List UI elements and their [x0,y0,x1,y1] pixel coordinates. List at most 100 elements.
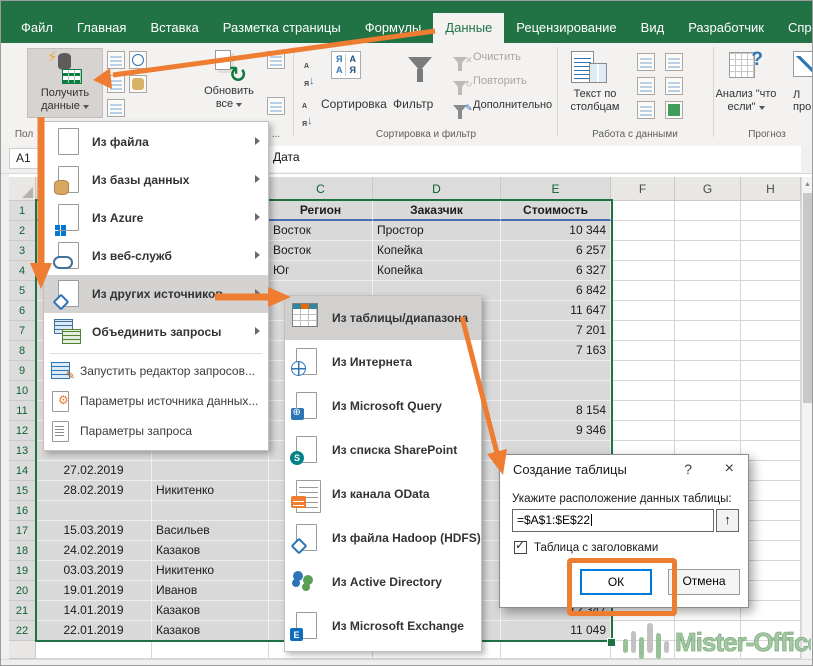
forecast-sheet-icon[interactable] [793,51,813,77]
cell-G7[interactable] [675,321,741,341]
row-header-10[interactable]: 10 [9,381,36,401]
column-header-D[interactable]: D [373,177,501,201]
cell-G5[interactable] [675,281,741,301]
ok-button[interactable]: ОК [580,569,652,595]
cell-E8[interactable]: 7 163 [501,341,611,361]
from-table-range-mini-icon[interactable] [107,99,125,117]
menu-item-data-source-settings[interactable]: Параметры источника данных... [44,386,268,416]
row-header-1[interactable]: 1 [9,201,36,221]
column-header-F[interactable]: F [611,177,675,201]
cell-A18[interactable]: 24.02.2019 [36,541,152,561]
row-header-20[interactable]: 20 [9,581,36,601]
cell-A21[interactable]: 14.01.2019 [36,601,152,621]
tab-view[interactable]: Вид [629,13,677,43]
cell-H8[interactable] [741,341,801,361]
cell-H4[interactable] [741,261,801,281]
cell-F4[interactable] [611,261,675,281]
menu-item-from-azure[interactable]: Из Azure [44,199,268,237]
tab-page-layout[interactable]: Разметка страницы [211,13,353,43]
cell-B20[interactable]: Иванов [152,581,269,601]
cell-E5[interactable]: 6 842 [501,281,611,301]
cell-G8[interactable] [675,341,741,361]
cell-E11[interactable]: 8 154 [501,401,611,421]
checkbox-checked-icon[interactable] [514,541,527,554]
column-header-H[interactable]: H [741,177,801,201]
cell-F6[interactable] [611,301,675,321]
cell-F23[interactable] [611,641,675,659]
cell-F11[interactable] [611,401,675,421]
tab-review[interactable]: Рецензирование [504,13,628,43]
cell-E4[interactable]: 6 327 [501,261,611,281]
data-validation-icon[interactable] [637,101,655,119]
dialog-close-icon[interactable]: × [725,460,734,478]
cell-D3[interactable]: Копейка [373,241,501,261]
row-header-22[interactable]: 22 [9,621,36,641]
fill-handle[interactable] [607,638,616,647]
cell-F8[interactable] [611,341,675,361]
row-header-9[interactable]: 9 [9,361,36,381]
row-header-4[interactable]: 4 [9,261,36,281]
recent-sources-icon[interactable] [129,51,147,69]
cell-H20[interactable] [741,581,801,601]
cell-B23[interactable] [152,641,269,659]
row-header-15[interactable]: 15 [9,481,36,501]
tab-data[interactable]: Данные [433,13,504,43]
cell-A19[interactable]: 03.03.2019 [36,561,152,581]
cell-D2[interactable]: Простор [373,221,501,241]
workbook-links-icon[interactable] [267,97,285,115]
filter-icon[interactable] [408,57,432,71]
cell-H6[interactable] [741,301,801,321]
cell-G22[interactable] [675,621,741,641]
select-all-corner[interactable] [9,177,36,201]
cell-E1[interactable]: Стоимость [501,201,611,221]
cell-H5[interactable] [741,281,801,301]
cell-A23[interactable] [36,641,152,659]
cell-E2[interactable]: 10 344 [501,221,611,241]
cell-H12[interactable] [741,421,801,441]
filter-button[interactable]: Фильтр [393,97,433,111]
cell-B21[interactable]: Казаков [152,601,269,621]
menu-item-from-file[interactable]: Из файла [44,123,268,161]
forecast-sheet-button[interactable]: Лпро [793,89,811,113]
connection-properties-icon[interactable] [267,51,285,69]
column-header-C[interactable]: C [269,177,373,201]
cell-F22[interactable] [611,621,675,641]
row-header-17[interactable]: 17 [9,521,36,541]
cell-H7[interactable] [741,321,801,341]
tab-file[interactable]: Файл [9,13,65,43]
sort-descending-icon[interactable] [302,95,313,131]
cancel-button[interactable]: Отмена [668,569,740,595]
cell-H9[interactable] [741,361,801,381]
cell-A14[interactable]: 27.02.2019 [36,461,152,481]
cell-H14[interactable] [741,461,801,481]
advanced-filter-icon[interactable]: ✎ [453,105,467,113]
cell-H21[interactable] [741,601,801,621]
cell-E9[interactable] [501,361,611,381]
cell-A22[interactable]: 22.01.2019 [36,621,152,641]
row-header-3[interactable]: 3 [9,241,36,261]
cell-D4[interactable]: Копейка [373,261,501,281]
cell-H1[interactable] [741,201,801,221]
cell-E10[interactable] [501,381,611,401]
cell-C3[interactable]: Восток [269,241,373,261]
row-header-13[interactable]: 13 [9,441,36,461]
dialog-help-icon[interactable]: ? [684,461,692,477]
row-header-6[interactable]: 6 [9,301,36,321]
cell-F1[interactable] [611,201,675,221]
cell-H10[interactable] [741,381,801,401]
cell-G9[interactable] [675,361,741,381]
cell-H23[interactable] [741,641,801,659]
vertical-scrollbar[interactable]: ▲ [801,177,813,659]
row-header-8[interactable]: 8 [9,341,36,361]
tab-insert[interactable]: Вставка [138,13,210,43]
cell-A17[interactable]: 15.03.2019 [36,521,152,541]
cell-F7[interactable] [611,321,675,341]
cell-G2[interactable] [675,221,741,241]
submenu-item-from-microsoft-exchange[interactable]: Из Microsoft Exchange [285,604,481,648]
from-text-csv-icon[interactable] [107,51,125,69]
cell-B22[interactable]: Казаков [152,621,269,641]
tab-developer[interactable]: Разработчик [676,13,776,43]
consolidate-icon[interactable] [665,53,683,71]
cell-F2[interactable] [611,221,675,241]
cell-H16[interactable] [741,501,801,521]
